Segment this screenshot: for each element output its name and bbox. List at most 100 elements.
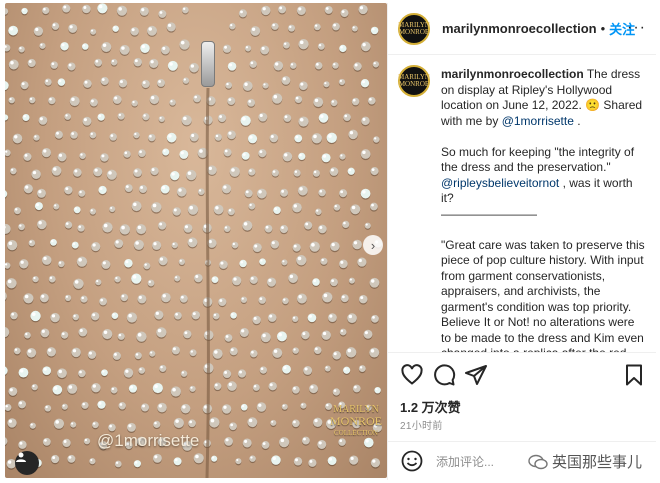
sequin — [296, 293, 307, 305]
sequin — [183, 330, 192, 340]
sequin — [90, 312, 100, 322]
sequin — [182, 6, 189, 15]
sequin — [322, 292, 333, 304]
post-photo[interactable]: › @1morrisette MARILYN MONROE COLLECTION — [5, 3, 387, 478]
sequin — [312, 169, 320, 178]
caption-username[interactable]: marilynmonroecollection — [441, 67, 584, 81]
sequin — [5, 262, 11, 270]
sequin — [248, 168, 256, 177]
sequin — [193, 94, 201, 104]
sequin — [77, 224, 85, 233]
sequin — [229, 23, 236, 31]
caption-avatar[interactable]: MARILYN MONROE — [398, 65, 430, 97]
sequin — [5, 190, 8, 199]
sequin — [100, 153, 109, 163]
sequin — [272, 93, 283, 105]
sequin — [339, 259, 348, 270]
comment-input[interactable]: 添加评论... — [436, 453, 494, 470]
sequin — [259, 366, 268, 375]
emoji-icon[interactable] — [400, 449, 424, 473]
sequin — [44, 404, 52, 413]
sequin — [271, 22, 279, 32]
sequin — [260, 332, 271, 344]
sequin — [5, 114, 9, 122]
sequin — [296, 5, 306, 17]
account-avatar[interactable]: MARILYN MONROE — [398, 12, 430, 45]
share-icon[interactable] — [464, 363, 488, 387]
sequin — [269, 133, 279, 144]
header-username[interactable]: marilynmonroecollection — [442, 21, 597, 36]
carousel-next-button[interactable]: › — [363, 235, 383, 255]
sequin — [352, 384, 361, 394]
sequin — [114, 239, 124, 250]
sequin — [18, 223, 25, 232]
sequin — [28, 239, 36, 248]
sequin — [187, 204, 199, 216]
sequin — [361, 116, 370, 127]
sequin — [141, 79, 150, 90]
sequin — [249, 455, 256, 464]
sequin — [223, 148, 232, 158]
sequin — [138, 184, 148, 195]
sequin — [54, 130, 63, 140]
sequin — [240, 403, 248, 412]
sequin — [58, 260, 65, 269]
sequin — [315, 208, 322, 217]
sequin — [318, 224, 327, 235]
sequin — [249, 349, 258, 359]
sequin — [97, 400, 106, 410]
logo-line-2: MONROE — [329, 414, 382, 428]
sequin — [237, 369, 247, 379]
sequin — [133, 131, 140, 140]
sequin — [227, 208, 235, 217]
sequin — [180, 403, 191, 415]
sequin — [82, 116, 92, 127]
sequin — [48, 275, 56, 284]
sequin — [166, 132, 177, 144]
sequin — [70, 421, 77, 429]
sequin — [81, 43, 89, 51]
mention-link[interactable]: @ripleysbelieveitornot — [441, 176, 559, 190]
sequin — [333, 203, 341, 212]
sequin — [140, 403, 150, 413]
more-options-icon[interactable]: ··· — [627, 19, 646, 37]
sequin — [212, 312, 220, 321]
sequin — [342, 220, 350, 230]
sequin — [180, 370, 188, 379]
sequin — [64, 113, 72, 122]
heart-icon[interactable] — [400, 363, 424, 387]
sequin — [282, 364, 291, 375]
sequin — [38, 115, 48, 126]
sequin — [73, 168, 82, 178]
sequin — [227, 97, 236, 107]
sequin — [13, 347, 21, 356]
sequin — [369, 277, 380, 289]
like-count[interactable]: 1.2 万次赞 — [400, 397, 461, 416]
mention-link[interactable]: @1morrisette — [502, 114, 574, 128]
comment-icon[interactable] — [432, 363, 456, 387]
sequin — [370, 167, 379, 177]
sequin — [372, 61, 380, 69]
sequin — [68, 23, 78, 35]
sequin — [101, 369, 108, 378]
sequin — [231, 241, 239, 250]
sequin — [61, 403, 68, 411]
tagged-user-icon[interactable] — [15, 451, 39, 475]
sequin — [360, 188, 371, 200]
sequin — [360, 149, 371, 161]
sequin — [292, 202, 302, 214]
sequin — [172, 207, 181, 217]
sequin — [261, 5, 271, 17]
bookmark-icon[interactable] — [622, 363, 646, 387]
sequin — [348, 277, 355, 285]
action-bar — [388, 363, 656, 387]
sequin — [31, 169, 41, 181]
sequin — [83, 437, 91, 446]
sequin — [18, 367, 29, 379]
sequin — [60, 331, 69, 340]
sequin — [239, 259, 247, 269]
sequin — [304, 221, 313, 231]
sequin — [181, 115, 192, 127]
sequin — [33, 134, 40, 142]
sequin — [6, 278, 17, 290]
